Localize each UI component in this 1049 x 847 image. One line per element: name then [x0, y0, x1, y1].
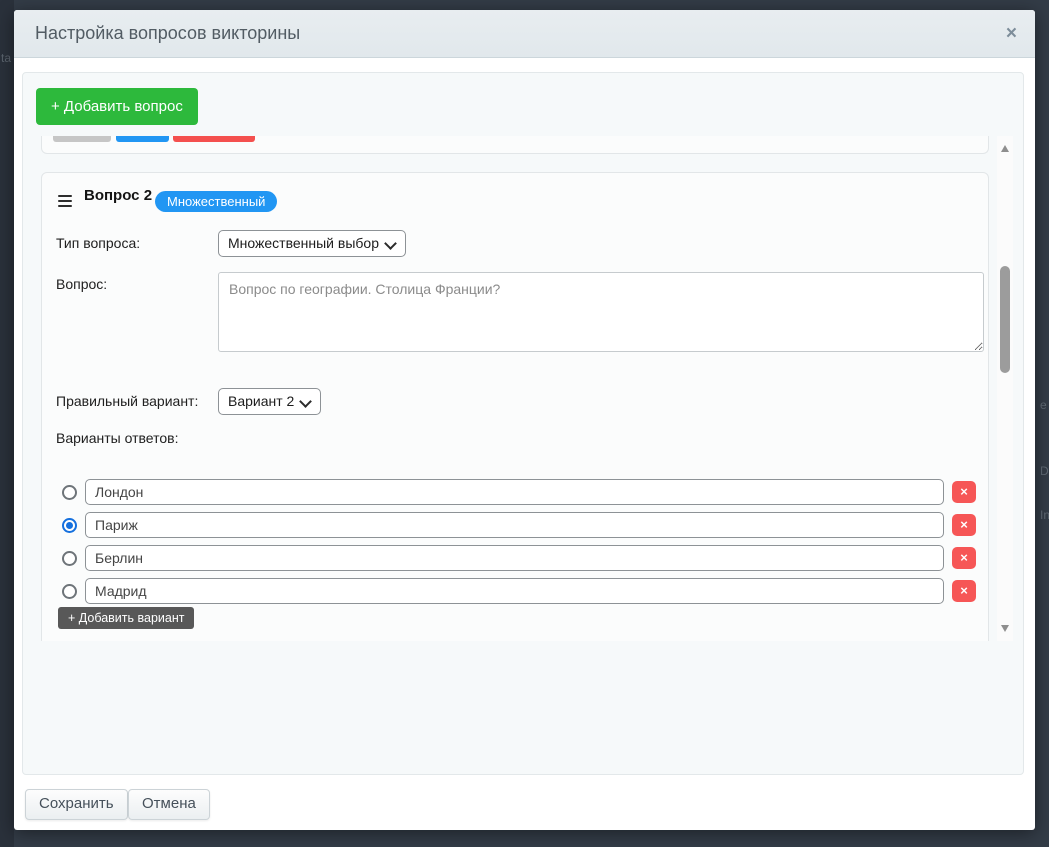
- correct-option-select[interactable]: Вариант 2: [218, 388, 321, 415]
- scroll-down-icon[interactable]: [1001, 625, 1009, 632]
- answer-option-row: ×: [42, 512, 988, 538]
- question-list: Вопрос 2 Множественный Тип вопроса: Множ…: [31, 136, 1013, 641]
- delete-option-button[interactable]: ×: [952, 514, 976, 536]
- modal-title: Настройка вопросов викторины: [35, 10, 300, 57]
- partial-red-button[interactable]: [173, 136, 255, 142]
- answer-options-list: × × × ×: [42, 479, 988, 611]
- partial-gray-button[interactable]: [53, 136, 111, 142]
- question-type-label: Тип вопроса:: [56, 230, 140, 257]
- inner-scrollbar[interactable]: [997, 136, 1013, 641]
- question-type-select[interactable]: Множественный выбор: [218, 230, 406, 257]
- save-button[interactable]: Сохранить: [25, 789, 128, 820]
- correct-answer-radio[interactable]: [62, 551, 77, 566]
- modal-header: Настройка вопросов викторины ×: [14, 10, 1035, 58]
- scrollbar-thumb[interactable]: [1000, 266, 1010, 373]
- chevron-down-icon: [299, 395, 312, 408]
- questions-panel: + Добавить вопрос Вопрос 2 Множественный…: [22, 72, 1024, 775]
- correct-answer-radio[interactable]: [62, 485, 77, 500]
- close-icon: ×: [960, 550, 968, 565]
- scroll-up-icon[interactable]: [1001, 145, 1009, 152]
- add-option-button[interactable]: + Добавить вариант: [58, 607, 194, 629]
- page-behind-overlay: [0, 0, 14, 847]
- delete-option-button[interactable]: ×: [952, 481, 976, 503]
- question-text-label: Вопрос:: [56, 276, 107, 292]
- correct-option-label: Правильный вариант:: [56, 388, 198, 415]
- partial-blue-button[interactable]: [116, 136, 169, 142]
- answer-option-input[interactable]: [85, 479, 944, 505]
- close-icon: ×: [960, 583, 968, 598]
- answer-option-row: ×: [42, 479, 988, 505]
- question-type-badge: Множественный: [155, 191, 277, 212]
- correct-answer-radio[interactable]: [62, 584, 77, 599]
- delete-option-button[interactable]: ×: [952, 580, 976, 602]
- cancel-button[interactable]: Отмена: [128, 789, 210, 820]
- question-type-select-value: Множественный выбор: [228, 235, 379, 251]
- close-icon[interactable]: ×: [1006, 10, 1017, 57]
- correct-option-select-value: Вариант 2: [228, 393, 294, 409]
- quiz-settings-modal: Настройка вопросов викторины × + Добавит…: [14, 10, 1035, 830]
- question-card: Вопрос 2 Множественный Тип вопроса: Множ…: [41, 172, 989, 641]
- question-card-title: Вопрос 2: [84, 186, 152, 206]
- question-textarea[interactable]: Вопрос по географии. Столица Франции?: [218, 272, 984, 352]
- correct-answer-radio[interactable]: [62, 518, 77, 533]
- add-question-button[interactable]: + Добавить вопрос: [36, 88, 198, 125]
- close-icon: ×: [960, 517, 968, 532]
- answer-option-input[interactable]: [85, 578, 944, 604]
- answer-option-input[interactable]: [85, 512, 944, 538]
- chevron-down-icon: [384, 237, 397, 250]
- previous-question-card-partial: [41, 136, 989, 154]
- close-icon: ×: [960, 484, 968, 499]
- delete-option-button[interactable]: ×: [952, 547, 976, 569]
- answer-option-row: ×: [42, 578, 988, 604]
- answer-option-input[interactable]: [85, 545, 944, 571]
- answer-options-label: Варианты ответов:: [56, 430, 178, 446]
- drag-handle-icon[interactable]: [58, 195, 72, 210]
- answer-option-row: ×: [42, 545, 988, 571]
